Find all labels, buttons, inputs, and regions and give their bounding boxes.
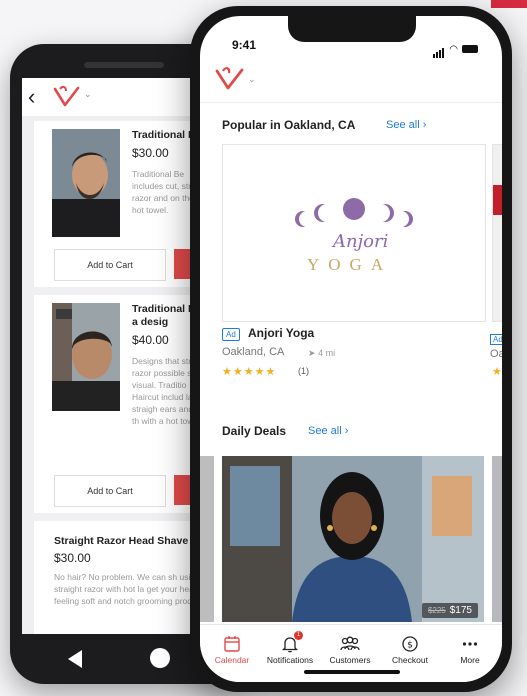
business-location: Oakland, CA [222,346,285,358]
calendar-icon [224,636,240,652]
brand-logo-icon[interactable] [214,66,246,92]
notch [288,16,416,42]
review-count: (1) [298,366,309,376]
tab-customers[interactable]: Customers [320,633,380,665]
more-icon [462,642,478,646]
add-to-cart-button[interactable]: Add to Cart [54,475,166,507]
service-title: Straight Razor Head Shave [54,535,189,547]
tab-label: Calendar [214,655,250,665]
section-title-popular: Popular in Oakland, CA [222,118,356,132]
peek-stars: ★ [492,366,502,378]
business-name[interactable]: Anjori Yoga [248,326,314,340]
tab-label: Notifications [266,655,314,665]
iphone: 9:41 ◠ ⌄ Popular in Oakland, CA See all … [190,6,512,692]
next-business-card[interactable] [492,144,502,322]
peek-ad-badge: Ad [490,334,502,345]
deal-price: $175 [449,605,472,616]
deal-price-tag: $225 $175 [421,603,478,618]
deal-old-price: $225 [427,606,446,615]
section-title-deals: Daily Deals [222,424,287,438]
tab-label: Checkout [392,655,428,665]
yoga-script-text: Anjori [333,231,389,252]
next-deal-card[interactable] [492,456,502,622]
chevron-down-icon[interactable]: ⌄ [248,74,256,85]
notification-badge: 1 [294,631,303,640]
service-photo [52,129,120,237]
tab-notifications[interactable]: 1 Notifications [260,631,320,665]
brand-logo-icon[interactable] [52,85,82,109]
peek-location: Oal [490,348,502,360]
header-divider [200,102,502,103]
home-indicator [304,670,400,674]
tab-calendar[interactable]: Calendar [202,633,262,665]
svg-text:$: $ [407,641,413,651]
rating-stars: ★★★★★ [222,366,277,378]
tab-more[interactable]: More [440,633,500,665]
add-to-cart-button[interactable]: Add to Cart [54,249,166,281]
yoga-wordmark: YOGA [307,255,393,274]
android-speaker [84,62,164,68]
business-distance: ➤ 4 mi [308,348,335,359]
see-all-deals-link[interactable]: See all › [308,425,348,437]
tab-label: More [460,655,480,665]
tab-checkout[interactable]: $ Checkout [380,633,440,665]
signal-icon [433,40,445,58]
dollar-icon: $ [402,636,418,652]
status-time: 9:41 [232,38,257,52]
distance-value: 4 mi [318,348,336,358]
customers-icon [340,636,360,651]
battery-icon [462,45,478,53]
nav-home-icon[interactable] [150,648,170,668]
wifi-icon: ◠ [449,43,458,55]
nav-back-icon[interactable] [68,650,82,668]
service-photo [52,303,120,411]
status-icons: ◠ [433,40,478,58]
peek-image [493,185,502,215]
tab-label: Customers [329,655,371,665]
deal-photo [222,456,484,622]
location-arrow-icon: ➤ [308,348,316,358]
chevron-down-icon[interactable]: ⌄ [84,89,92,100]
corner-accent [491,0,527,8]
business-card-image[interactable]: Anjori YOGA [222,144,486,322]
iphone-screen: 9:41 ◠ ⌄ Popular in Oakland, CA See all … [200,16,502,682]
back-arrow-icon[interactable]: ‹ [28,84,35,110]
ad-badge: Ad [222,328,240,341]
deal-card[interactable]: $225 $175 [222,456,484,622]
previous-deal-card[interactable] [200,456,214,622]
see-all-popular-link[interactable]: See all › [386,119,426,131]
service-price: $30.00 [54,551,91,565]
